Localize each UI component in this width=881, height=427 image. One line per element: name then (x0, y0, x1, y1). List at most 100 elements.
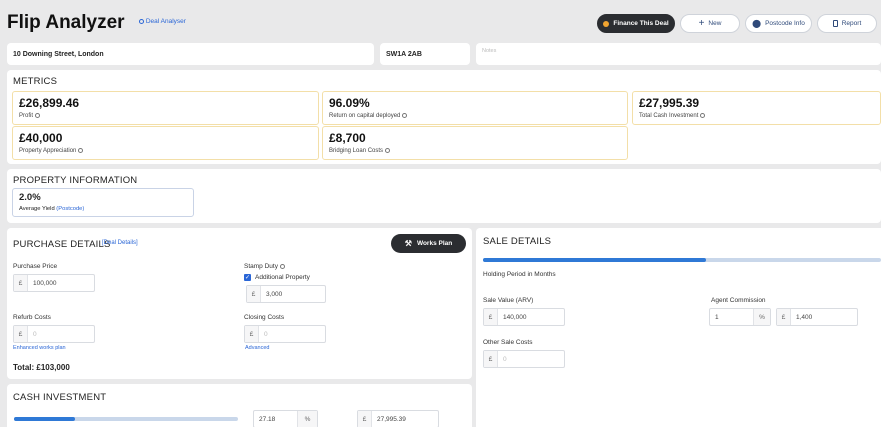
cash-investment-card: CASH INVESTMENT 27.18 % £ 27,995.39 (7, 384, 472, 427)
new-label: New (708, 20, 722, 27)
other-sale-costs-input[interactable]: £ 0 (483, 350, 565, 368)
new-button[interactable]: + New (680, 14, 740, 33)
additional-property-row[interactable]: ✓ Additional Property (244, 274, 310, 281)
search-icon (139, 18, 144, 24)
cash-investment-slider-fill (14, 417, 75, 421)
holding-period-label: Holding Period in Months (483, 271, 556, 278)
yield-label: Average Yield (19, 206, 55, 212)
currency-prefix: £ (245, 326, 259, 342)
other-sale-costs-label: Other Sale Costs (483, 339, 533, 346)
metric-total-cash: £27,995.39 Total Cash Investment (632, 91, 881, 125)
stamp-duty-input[interactable]: £ 3,000 (246, 285, 326, 303)
refurb-costs-placeholder: 0 (33, 330, 37, 338)
sale-value-label: Sale Value (ARV) (483, 297, 534, 304)
agent-commission-label: Agent Commission (711, 297, 766, 304)
location-pin-icon: ⬤ (752, 19, 762, 28)
currency-prefix: £ (14, 326, 28, 342)
document-icon (832, 20, 838, 27)
sale-title: SALE DETAILS (483, 236, 552, 247)
metric-return: 96.09% Return on capital deployed (322, 91, 628, 125)
metric-label: Total Cash Investment (639, 113, 699, 120)
refurb-costs-label: Refurb Costs (13, 314, 51, 321)
sale-details-card: SALE DETAILS Holding Period in Months Sa… (476, 228, 881, 427)
refurb-costs-input[interactable]: £ 0 (13, 325, 95, 343)
cash-percent-value: 27.18 (259, 415, 276, 423)
metric-profit: £26,899.46 Profit (12, 91, 319, 125)
dot-icon (603, 20, 610, 27)
works-plan-label: Works Plan (416, 240, 453, 247)
metric-value: £8,700 (329, 131, 366, 145)
metric-label: Return on capital deployed (329, 113, 401, 120)
holding-period-slider[interactable] (483, 258, 881, 262)
enhanced-works-plan-link[interactable]: Enhanced works plan (13, 345, 66, 351)
info-icon[interactable] (279, 263, 285, 269)
currency-prefix: £ (484, 351, 498, 367)
info-icon[interactable] (402, 113, 408, 118)
plus-icon: + (698, 18, 705, 29)
stamp-duty-label-row: Stamp Duty (244, 263, 285, 270)
address-field[interactable]: 10 Downing Street, London (7, 43, 374, 65)
info-icon[interactable] (385, 148, 391, 153)
page-title: Flip Analyzer (7, 12, 125, 33)
metric-value: 96.09% (329, 96, 370, 110)
sale-value-input[interactable]: £ 140,000 (483, 308, 565, 326)
deal-analyser-label: Deal Analyser (145, 18, 186, 25)
percent-suffix: % (297, 411, 317, 427)
finance-deal-label: Finance This Deal (613, 20, 669, 27)
works-plan-button[interactable]: ⚒ Works Plan (391, 234, 466, 253)
yield-postcode-link[interactable]: (Postcode) (56, 206, 84, 212)
info-icon[interactable] (78, 148, 84, 153)
finance-deal-button[interactable]: Finance This Deal (597, 14, 675, 33)
postcode-info-label: Postcode Info (765, 20, 805, 27)
info-icon[interactable] (35, 113, 41, 118)
deal-details-link[interactable]: [Deal Details] (102, 240, 138, 246)
cash-amount-input[interactable]: £ 27,995.39 (357, 410, 439, 427)
currency-prefix: £ (358, 411, 372, 427)
metric-label: Profit (19, 113, 34, 120)
deal-analyser-link[interactable]: Deal Analyser (139, 18, 186, 25)
cash-percent-input[interactable]: 27.18 % (253, 410, 318, 427)
percent-suffix: % (753, 309, 770, 325)
agent-commission-percent-value: 1 (715, 313, 719, 321)
additional-property-checkbox[interactable]: ✓ (244, 274, 251, 281)
advanced-link[interactable]: Advanced (245, 345, 269, 351)
cash-amount-value: 27,995.39 (377, 415, 406, 423)
purchase-title: PURCHASE DETAILS (13, 239, 111, 250)
agent-commission-percent-input[interactable]: 1 % (709, 308, 771, 326)
purchase-details-card: PURCHASE DETAILS [Deal Details] ⚒ Works … (7, 228, 472, 379)
property-info-title: PROPERTY INFORMATION (13, 175, 138, 186)
currency-prefix: £ (14, 275, 28, 291)
metrics-title: METRICS (13, 76, 58, 87)
metrics-card: METRICS £26,899.46 Profit 96.09% Return … (7, 70, 881, 164)
purchase-price-value: 100,000 (33, 279, 57, 287)
currency-prefix: £ (484, 309, 498, 325)
metric-label: Property Appreciation (19, 148, 77, 155)
metric-label: Bridging Loan Costs (329, 148, 384, 155)
metric-value: £27,995.39 (639, 96, 700, 110)
metric-appreciation: £40,000 Property Appreciation (12, 126, 319, 160)
holding-period-slider-fill (483, 258, 706, 262)
report-label: Report (841, 20, 862, 27)
report-button[interactable]: Report (817, 14, 877, 33)
closing-costs-input[interactable]: £ 0 (244, 325, 326, 343)
metric-value: £26,899.46 (19, 96, 80, 110)
currency-prefix: £ (777, 309, 791, 325)
postcode-field[interactable]: SW1A 2AB (380, 43, 470, 65)
purchase-total: Total: £103,000 (13, 363, 70, 372)
stamp-duty-label: Stamp Duty (244, 263, 278, 270)
currency-prefix: £ (247, 286, 261, 302)
purchase-price-input[interactable]: £ 100,000 (13, 274, 95, 292)
sale-value: 140,000 (503, 313, 527, 321)
notes-field[interactable]: Notes (476, 43, 881, 65)
cash-investment-title: CASH INVESTMENT (13, 392, 107, 403)
additional-property-label: Additional Property (255, 274, 310, 281)
agent-commission-amount: 1,400 (796, 313, 813, 321)
agent-commission-amount-input[interactable]: £ 1,400 (776, 308, 858, 326)
stamp-duty-value: 3,000 (266, 290, 283, 298)
cash-investment-slider[interactable] (14, 417, 238, 421)
property-info-card: PROPERTY INFORMATION 2.0% Average Yield … (7, 169, 881, 223)
metric-bridging: £8,700 Bridging Loan Costs (322, 126, 628, 160)
metric-value: £40,000 (19, 131, 63, 145)
postcode-info-button[interactable]: ⬤ Postcode Info (745, 14, 812, 33)
info-icon[interactable] (700, 113, 706, 118)
